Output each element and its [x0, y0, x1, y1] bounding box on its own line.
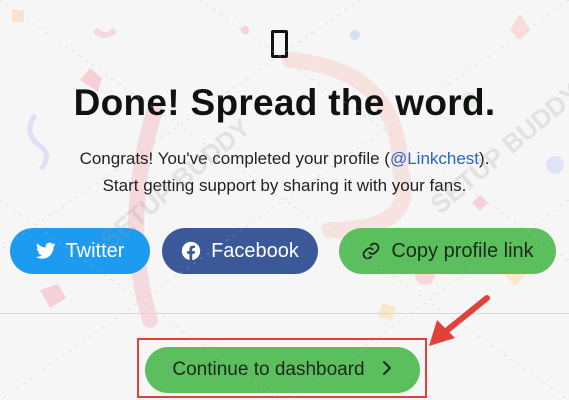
- continue-to-dashboard-label: Continue to dashboard: [172, 359, 365, 380]
- copy-profile-link-button[interactable]: Copy profile link: [339, 228, 556, 274]
- missing-glyph-icon: [271, 30, 288, 58]
- facebook-share-button[interactable]: Facebook: [162, 228, 318, 274]
- link-icon: [361, 241, 381, 261]
- chevron-right-icon: [381, 359, 393, 381]
- page-title: Done! Spread the word.: [73, 82, 496, 123]
- continue-to-dashboard-button[interactable]: Continue to dashboard: [145, 347, 420, 393]
- twitter-icon: [35, 242, 56, 260]
- facebook-icon: [181, 241, 201, 261]
- congrats-line-1: Congrats! You've completed your profile …: [79, 149, 490, 168]
- congrats-line-2: Start getting support by sharing it with…: [102, 176, 467, 195]
- annotation-arrow-icon: [429, 295, 490, 346]
- twitter-share-label: Twitter: [65, 239, 125, 262]
- twitter-share-button[interactable]: Twitter: [10, 228, 150, 274]
- divider: [0, 313, 569, 314]
- congrats-message: Congrats! You've completed your profile …: [0, 145, 569, 199]
- copy-profile-link-label: Copy profile link: [391, 239, 534, 262]
- profile-handle-link[interactable]: @Linkchest: [390, 149, 479, 168]
- facebook-share-label: Facebook: [211, 239, 299, 262]
